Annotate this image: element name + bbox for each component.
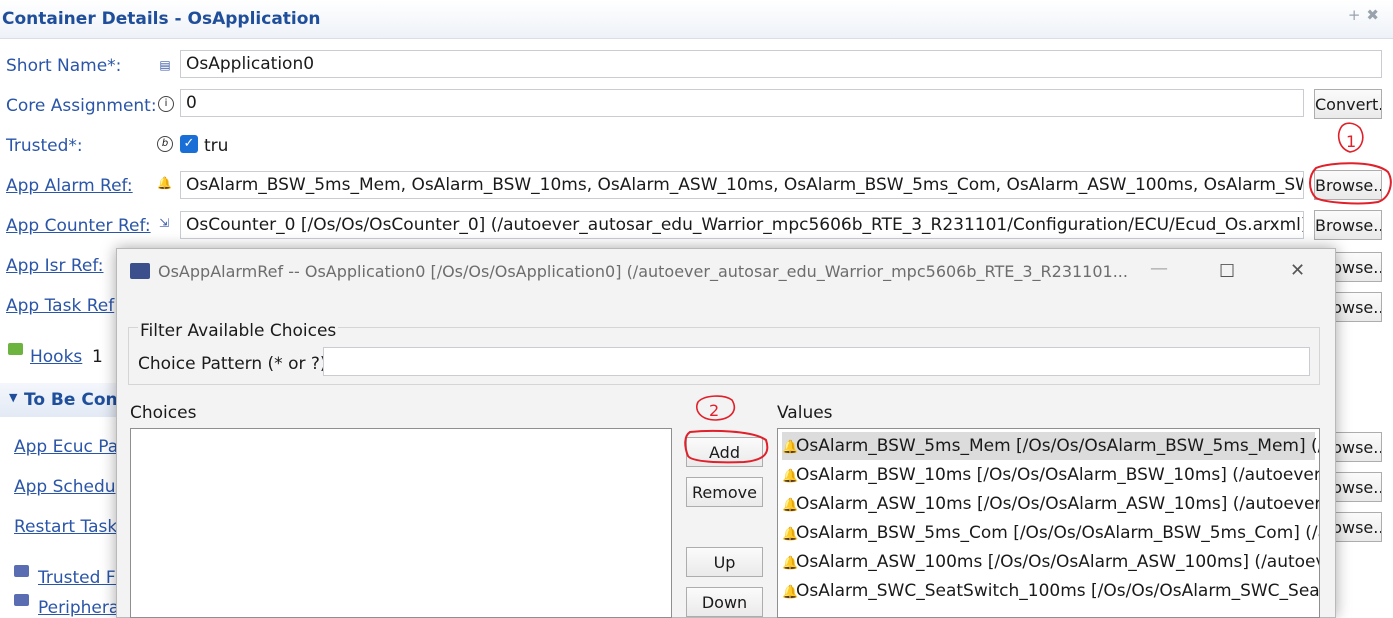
annotation-circle-browse — [1309, 162, 1392, 205]
annotation-number-two: 2 — [709, 401, 719, 420]
annotation-overlay: 1 2 — [684, 122, 1392, 464]
annotation-number-one: 1 — [1346, 132, 1356, 151]
annotation-circle-add — [684, 429, 769, 464]
